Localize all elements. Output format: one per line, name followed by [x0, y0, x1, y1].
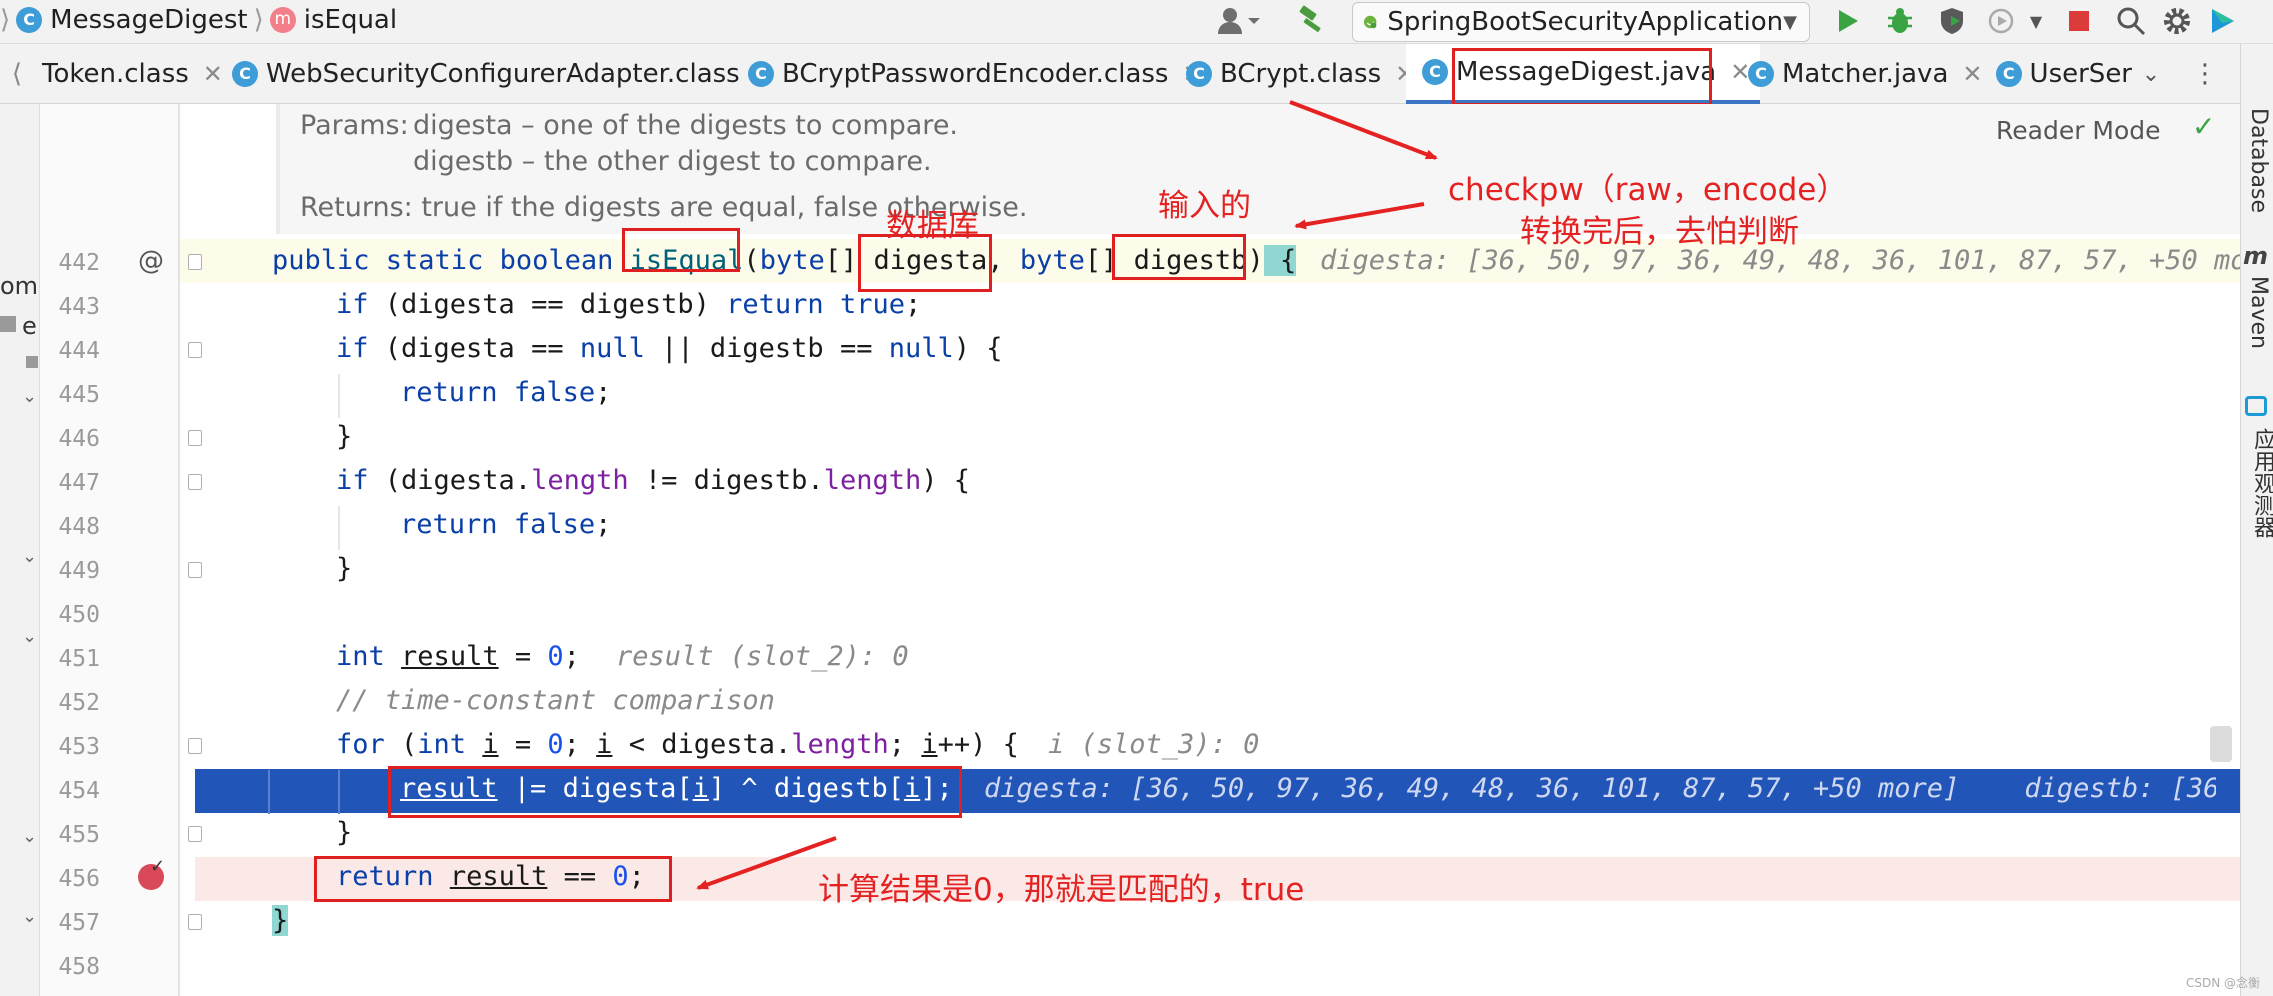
arrow-to-return: [696, 836, 837, 890]
watermark: CSDN @念衡: [2186, 976, 2261, 990]
arrow-to-digestb: [1294, 202, 1425, 230]
annotation-arrows: [696, 100, 1438, 890]
arrow-to-tab: [1289, 100, 1438, 160]
